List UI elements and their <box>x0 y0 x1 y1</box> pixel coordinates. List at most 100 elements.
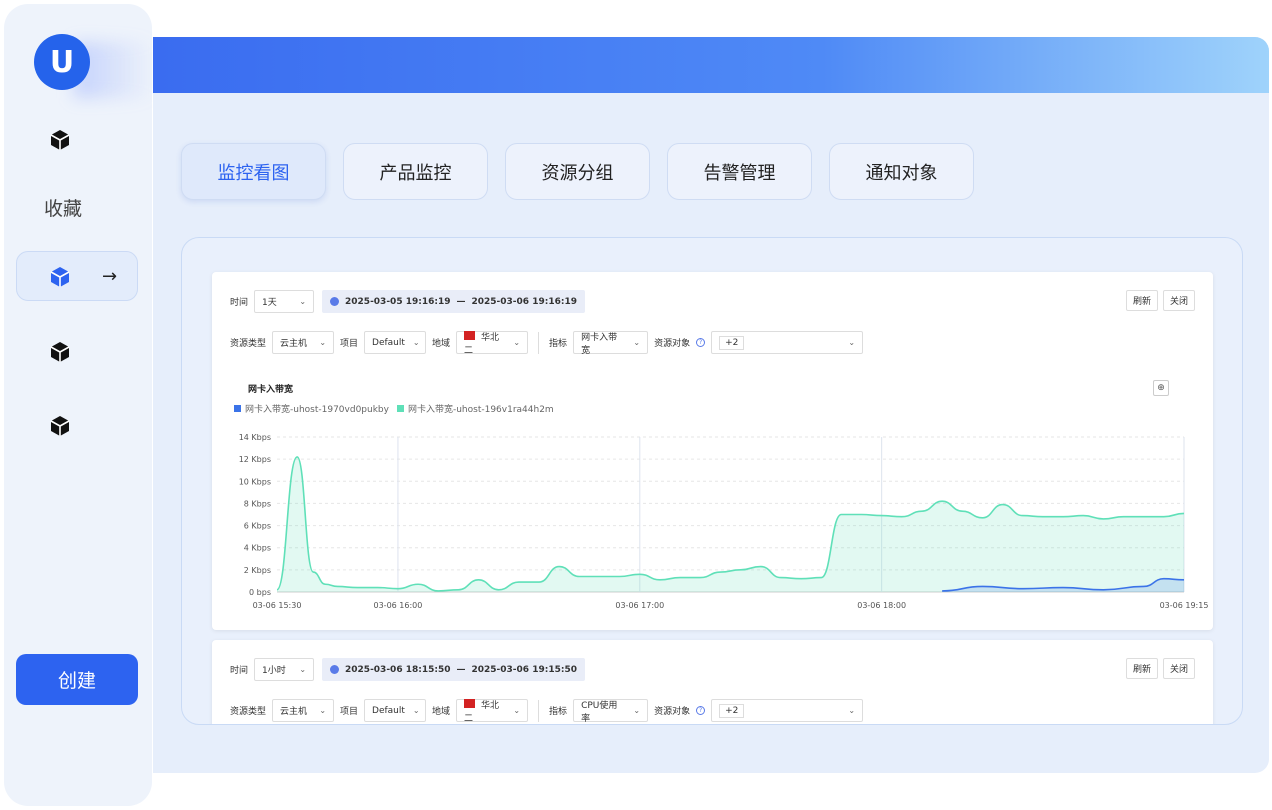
chevron-down-icon: ⌄ <box>319 338 327 347</box>
cube-icon-active[interactable] <box>48 265 72 289</box>
x-tick-label: 03-06 16:00 <box>374 601 423 610</box>
y-tick-label: 14 Kbps <box>239 433 271 442</box>
metric-select[interactable]: 网卡入带宽 ⌄ <box>573 331 649 356</box>
res-type-label: 资源类型 <box>230 339 267 349</box>
legend-item-green[interactable]: 网卡入带宽-uhost-196v1ra44h2m <box>396 402 554 415</box>
y-tick-label: 0 bps <box>249 588 271 597</box>
res-type-value: 云主机 <box>280 339 308 349</box>
tab-bar: 监控看图 产品监控 资源分组 告警管理 通知对象 <box>181 143 974 200</box>
object-count: +2 <box>719 703 745 718</box>
chevron-down-icon: ⌄ <box>412 706 420 715</box>
app-logo[interactable]: U <box>34 34 90 90</box>
res-type-select[interactable]: 云主机 ⌄ <box>272 331 335 354</box>
project-value: Default <box>372 337 405 348</box>
time-label: 时间 <box>230 298 249 308</box>
object-label: 资源对象 <box>654 339 691 349</box>
range-dash: — <box>456 296 466 307</box>
clock-icon <box>330 665 340 674</box>
flag-cn-icon <box>464 698 476 708</box>
help-icon[interactable]: ? <box>696 338 706 347</box>
tab-notify-target[interactable]: 通知对象 <box>829 143 974 200</box>
legend-label-2: 网卡入带宽-uhost-196v1ra44h2m <box>407 405 554 415</box>
range-start: 2025-03-05 19:16:19 <box>345 296 451 307</box>
time-label: 时间 <box>230 666 249 676</box>
legend-item-blue[interactable]: 网卡入带宽-uhost-1970vd0pukby <box>234 402 389 415</box>
logo-letter: U <box>49 44 75 80</box>
series-line <box>942 577 1185 592</box>
chevron-down-icon: ⌄ <box>319 706 327 715</box>
time-range[interactable]: 2025-03-05 19:16:19 — 2025-03-06 19:16:1… <box>322 290 585 313</box>
metric-label: 指标 <box>549 339 568 349</box>
sidebar: U 收藏 → 创建 <box>4 4 154 806</box>
chevron-down-icon: ⌄ <box>513 706 521 715</box>
card-actions: 刷新 关闭 <box>1125 290 1195 311</box>
chevron-down-icon: ⌄ <box>633 706 641 715</box>
region-label: 地域 <box>432 339 451 349</box>
tab-product-monitor[interactable]: 产品监控 <box>343 143 488 200</box>
range-dash: — <box>456 664 466 675</box>
favorites-label[interactable]: 收藏 <box>44 194 82 221</box>
x-tick-label: 03-06 19:15 <box>1160 601 1209 610</box>
time-value: 1小时 <box>262 666 286 676</box>
x-tick-label: 03-06 17:00 <box>615 601 664 610</box>
tab-alert-management[interactable]: 告警管理 <box>667 143 812 200</box>
metric-label: 指标 <box>549 707 568 717</box>
time-row: 时间 1天 ⌄ 2025-03-05 19:16:19 — 2025-03-06 … <box>230 290 585 313</box>
res-type-label: 资源类型 <box>230 707 267 717</box>
object-label: 资源对象 <box>654 707 691 717</box>
expand-icon[interactable]: ⊕ <box>1153 380 1169 396</box>
chevron-down-icon: ⌄ <box>299 297 307 306</box>
object-select[interactable]: +2 ⌄ <box>711 699 864 722</box>
project-select[interactable]: Default ⌄ <box>364 331 427 354</box>
metric-value: 网卡入带宽 <box>581 332 618 356</box>
sidebar-item-active[interactable] <box>16 251 138 301</box>
object-select[interactable]: +2 ⌄ <box>711 331 864 354</box>
refresh-button[interactable]: 刷新 <box>1125 290 1158 311</box>
main-header <box>153 37 1269 93</box>
legend-swatch-blue <box>234 405 241 412</box>
refresh-button[interactable]: 刷新 <box>1125 658 1158 679</box>
divider <box>538 331 540 354</box>
res-type-select[interactable]: 云主机 ⌄ <box>272 699 335 722</box>
chevron-down-icon: ⌄ <box>513 338 521 347</box>
y-tick-label: 4 Kbps <box>244 544 271 553</box>
filter-row: 资源类型 云主机 ⌄ 项目 Default ⌄ 地域 华北二 ⌄ 指标 CPU使用率 ⌄… <box>230 698 864 724</box>
metric-select[interactable]: CPU使用率 ⌄ <box>573 699 649 724</box>
region-select[interactable]: 华北二 ⌄ <box>456 698 529 724</box>
monitor-card: 时间 1天 ⌄ 2025-03-05 19:16:19 — 2025-03-06 … <box>212 272 1213 630</box>
close-button[interactable]: 关闭 <box>1162 290 1195 311</box>
legend-label-1: 网卡入带宽-uhost-1970vd0pukby <box>245 405 389 415</box>
project-label: 项目 <box>340 339 359 349</box>
cube-icon[interactable] <box>48 414 72 438</box>
cube-icon[interactable] <box>48 128 72 152</box>
chevron-down-icon: ⌄ <box>633 338 641 347</box>
project-select[interactable]: Default ⌄ <box>364 699 427 722</box>
tab-monitor-view[interactable]: 监控看图 <box>181 143 326 200</box>
res-type-value: 云主机 <box>280 707 308 717</box>
tab-resource-group[interactable]: 资源分组 <box>505 143 650 200</box>
time-range[interactable]: 2025-03-06 18:15:50 — 2025-03-06 19:15:5… <box>322 658 585 681</box>
create-button[interactable]: 创建 <box>16 654 138 705</box>
y-tick-label: 10 Kbps <box>239 477 271 486</box>
range-end: 2025-03-06 19:15:50 <box>471 664 577 675</box>
chevron-down-icon: ⌄ <box>412 338 420 347</box>
cube-icon[interactable] <box>48 340 72 364</box>
time-select[interactable]: 1天 ⌄ <box>254 290 315 313</box>
legend-swatch-green <box>396 405 404 412</box>
clock-icon <box>330 297 340 306</box>
range-end: 2025-03-06 19:16:19 <box>471 296 577 307</box>
filter-row: 资源类型 云主机 ⌄ 项目 Default ⌄ 地域 华北二 ⌄ 指标 网卡入带宽 ⌄ … <box>230 330 864 356</box>
time-select[interactable]: 1小时 ⌄ <box>254 658 315 681</box>
help-icon[interactable]: ? <box>696 706 706 715</box>
y-tick-label: 12 Kbps <box>239 455 271 464</box>
content-frame: 时间 1天 ⌄ 2025-03-05 19:16:19 — 2025-03-06 … <box>181 237 1243 725</box>
close-button[interactable]: 关闭 <box>1162 658 1195 679</box>
y-tick-label: 8 Kbps <box>244 499 271 508</box>
flag-cn-icon <box>464 330 476 340</box>
series-line <box>276 456 1185 592</box>
chevron-down-icon: ⌄ <box>848 338 856 347</box>
y-tick-label: 6 Kbps <box>244 522 271 531</box>
divider <box>538 699 540 722</box>
region-select[interactable]: 华北二 ⌄ <box>456 330 529 356</box>
series-area <box>942 578 1184 592</box>
